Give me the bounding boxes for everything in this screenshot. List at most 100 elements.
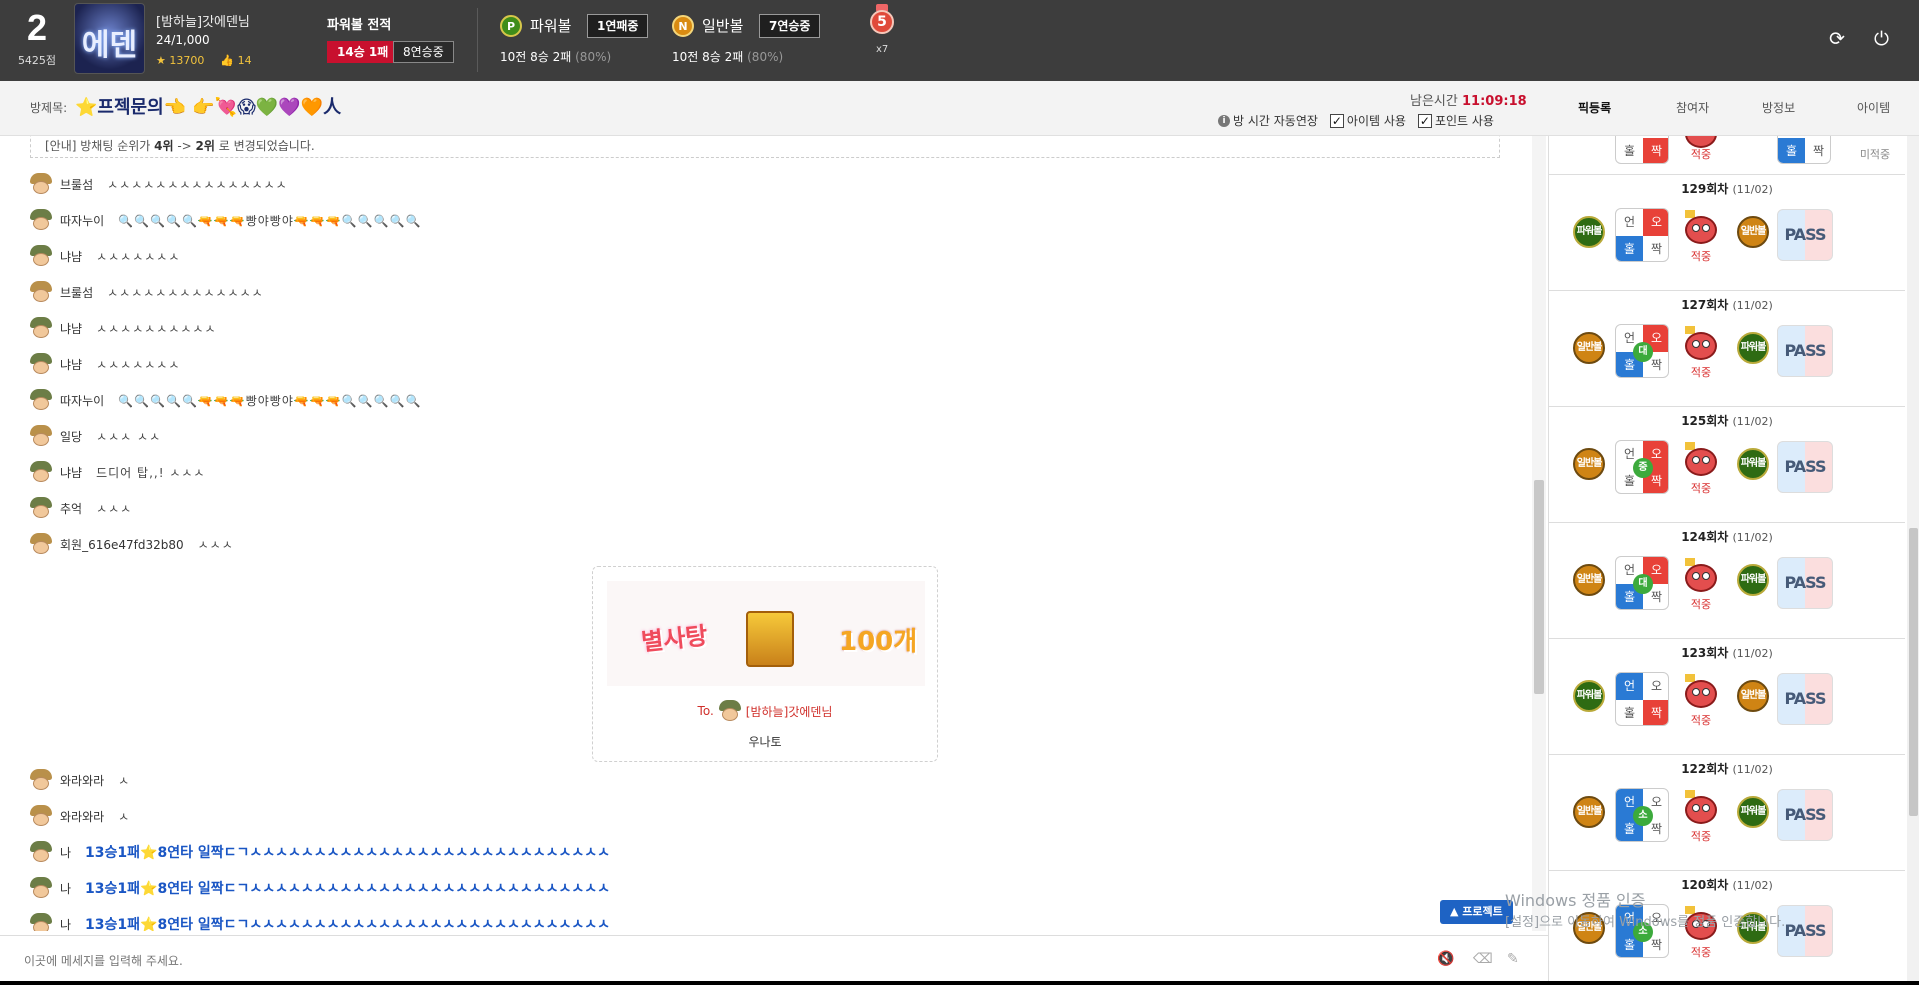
grid-size-badge: 중: [1633, 458, 1653, 478]
eraser-icon[interactable]: ⌫: [1473, 951, 1493, 967]
magic-wand-icon[interactable]: ✎: [1507, 951, 1519, 967]
tab-items[interactable]: 아이템: [1857, 99, 1890, 116]
message-author[interactable]: 따자누이: [60, 212, 104, 229]
chat-message: 냐냠 ㅅㅅㅅㅅㅅㅅㅅㅅㅅㅅ: [28, 314, 217, 342]
gift-count: 100개: [839, 627, 918, 657]
powerball-record: 10전 8승 2패 (80%): [500, 48, 611, 65]
grid-cell-bl: 홀: [1623, 706, 1636, 720]
windows-activation-text: [설정]으로 이동하여 Windows를 정품 인증합니다.: [1505, 915, 1786, 930]
item-use-checkbox[interactable]: ✓: [1329, 113, 1344, 128]
pick-ball-power: 파워볼: [1573, 216, 1605, 248]
item-use-label: 아이템 사용: [1346, 114, 1406, 128]
sidebar-scroll-thumb[interactable]: [1909, 528, 1918, 816]
user-icon: [28, 424, 54, 448]
gift-sender: 우나토: [748, 735, 782, 749]
normalball-record-pct: (80%): [747, 50, 784, 64]
grid-cell-br: 짝: [1650, 242, 1663, 256]
chat-message: 나 13승1패⭐8연타 일짝ㄷㄱㅅㅅㅅㅅㅅㅅㅅㅅㅅㅅㅅㅅㅅㅅㅅㅅㅅㅅㅅㅅㅅㅅㅅㅅㅅ…: [28, 910, 610, 931]
chat-message: 브룰섬 ㅅㅅㅅㅅㅅㅅㅅㅅㅅㅅㅅㅅㅅㅅㅅ: [28, 170, 288, 198]
message-text: 🔍🔍🔍🔍🔍🔫🔫🔫빵야빵야🔫🔫🔫🔍🔍🔍🔍🔍: [118, 213, 422, 228]
message-text: ㅅㅅㅅㅅㅅㅅㅅㅅㅅㅅ: [96, 321, 217, 336]
round-title: 122회차: [1681, 762, 1729, 776]
message-author[interactable]: 나: [60, 916, 71, 932]
pick-ball-power: 파워볼: [1737, 332, 1769, 364]
result-grid: 언오홀짝대: [1615, 556, 1669, 610]
grid-cell-br: 짝: [1812, 144, 1825, 158]
powerball-label: 파워볼: [530, 17, 572, 35]
remaining-time: 남은시간 11:09:18: [1410, 90, 1527, 109]
point-use-checkbox[interactable]: ✓: [1417, 113, 1432, 128]
tab-pick-register[interactable]: 픽등록: [1578, 99, 1611, 116]
round-title: 127회차: [1681, 298, 1729, 312]
message-author[interactable]: 따자누이: [60, 392, 104, 409]
message-author[interactable]: 추억: [60, 500, 82, 517]
chat-scroll-thumb[interactable]: [1534, 480, 1544, 694]
power-icon[interactable]: ⏻: [1874, 28, 1889, 50]
message-text: 13승1패⭐8연타 일짝ㄷㄱㅅㅅㅅㅅㅅㅅㅅㅅㅅㅅㅅㅅㅅㅅㅅㅅㅅㅅㅅㅅㅅㅅㅅㅅㅅㅅ…: [85, 917, 610, 931]
round-header: 122회차 (11/02): [1549, 754, 1905, 776]
grid-size-badge: 소: [1633, 806, 1653, 826]
round-header: 125회차 (11/02): [1549, 406, 1905, 428]
message-author[interactable]: 나: [60, 880, 71, 897]
result-grid: 언오홀짝: [1615, 672, 1669, 726]
chat-message: 따자누이 🔍🔍🔍🔍🔍🔫🔫🔫빵야빵야🔫🔫🔫🔍🔍🔍🔍🔍: [28, 386, 421, 414]
refresh-icon[interactable]: ⟳: [1829, 28, 1845, 50]
message-author[interactable]: 와라와라: [60, 772, 104, 789]
round-title: 129회차: [1681, 182, 1729, 196]
mute-icon[interactable]: 🔇: [1437, 951, 1454, 967]
user-icon: [28, 280, 54, 304]
normalball-record-text: 10전 8승 2패: [672, 50, 744, 64]
hit-result: 적중: [1690, 830, 1712, 843]
tab-room-info[interactable]: 방정보: [1762, 99, 1795, 116]
star-stat: ★ 13700: [156, 54, 204, 67]
hit-result: 적중: [1690, 714, 1712, 727]
message-author[interactable]: 와라와라: [60, 808, 104, 825]
user-icon: [28, 804, 54, 828]
medal-icon[interactable]: 5: [868, 4, 896, 34]
pass-badge: PASS: [1777, 325, 1833, 377]
message-author[interactable]: 브룰섬: [60, 284, 93, 301]
message-author[interactable]: 냐냠: [60, 320, 82, 337]
powerball-streak-badge: 1연패중: [587, 14, 649, 38]
result-grid: 언오홀짝: [1615, 208, 1669, 262]
miss-result: 미적중: [1859, 148, 1891, 161]
message-author[interactable]: 냐냠: [60, 464, 82, 481]
info-icon: i: [1218, 114, 1230, 127]
message-author[interactable]: 브룰섬: [60, 176, 93, 193]
chat-message: 추억 ㅅㅅㅅ: [28, 494, 132, 522]
room-options: i방 시간 자동연장 ✓ 아이템 사용 ✓ 포인트 사용: [1218, 112, 1494, 129]
devil-mascot-icon: [1681, 326, 1721, 364]
user-count: 24/1,000: [156, 33, 210, 47]
hit-result: 적중: [1690, 482, 1712, 495]
grid-size-badge: 대: [1633, 574, 1653, 594]
pick-ball-power: 파워볼: [1737, 448, 1769, 480]
auto-extend-option[interactable]: i방 시간 자동연장: [1218, 112, 1318, 129]
chat-message: 와라와라 ㅅ: [28, 766, 130, 794]
pass-badge: PASS: [1777, 905, 1833, 957]
hit-result: 적중: [1690, 250, 1712, 263]
grid-cell-tl: 언: [1616, 673, 1643, 700]
user-icon: [28, 352, 54, 376]
chat-input[interactable]: [24, 948, 1404, 974]
record-title: 파워볼 전적: [327, 18, 392, 33]
point-use-option[interactable]: ✓ 포인트 사용: [1417, 112, 1494, 129]
powerball-icon: P: [500, 15, 522, 37]
message-text: ㅅㅅㅅ: [96, 501, 133, 516]
like-stat: 👍 14: [220, 54, 251, 67]
round-date: (11/02): [1732, 415, 1773, 428]
item-use-option[interactable]: ✓ 아이템 사용: [1329, 112, 1406, 129]
message-author[interactable]: 나: [60, 844, 71, 861]
rank-number: 2: [26, 7, 48, 48]
project-expand-button[interactable]: ▲ 프로젝트: [1440, 900, 1513, 924]
message-text: ㅅㅅㅅㅅㅅㅅㅅㅅㅅㅅㅅㅅㅅㅅㅅ: [107, 177, 288, 192]
avatar[interactable]: 에덴: [74, 3, 145, 74]
result-grid: 언오홀짝중: [1615, 440, 1669, 494]
message-author[interactable]: 냐냠: [60, 356, 82, 373]
chat-scrollbar[interactable]: [1532, 136, 1546, 931]
message-text: 🔍🔍🔍🔍🔍🔫🔫🔫빵야빵야🔫🔫🔫🔍🔍🔍🔍🔍: [118, 393, 422, 408]
message-author[interactable]: 냐냠: [60, 248, 82, 265]
tab-participants[interactable]: 참여자: [1676, 99, 1709, 116]
message-author[interactable]: 회원_616e47fd32b80: [60, 536, 184, 553]
sidebar-scrollbar[interactable]: [1907, 136, 1919, 985]
message-author[interactable]: 일당: [60, 428, 82, 445]
